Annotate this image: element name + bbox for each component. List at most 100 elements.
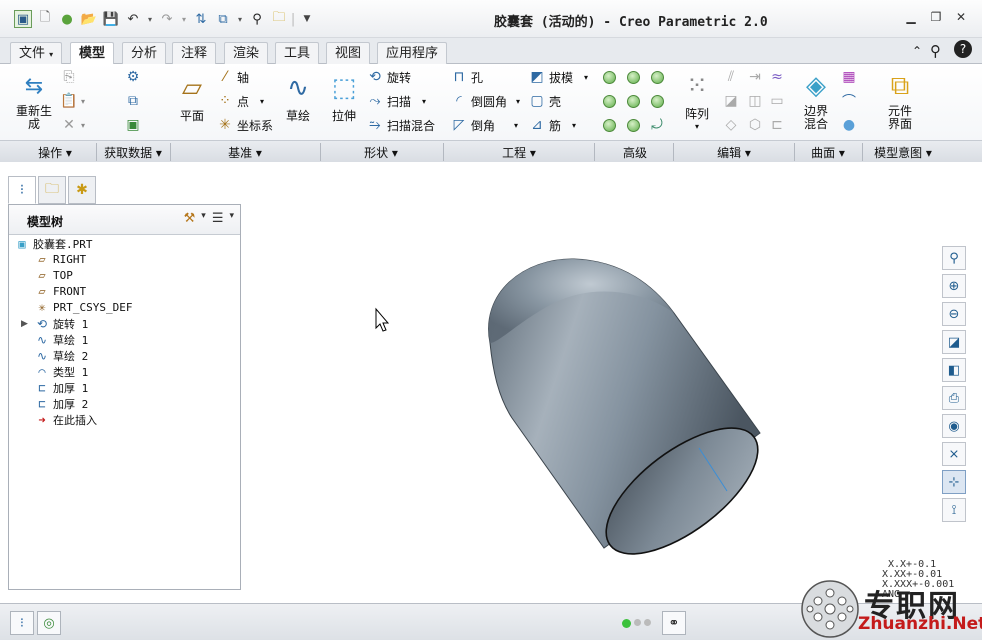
draft-button[interactable]: ◩ 拔模 ▾ <box>528 68 588 86</box>
chevron-down-icon[interactable]: ▾ <box>229 211 234 226</box>
tree-item[interactable]: ▱ RIGHT <box>35 252 86 266</box>
advanced-tool-5[interactable] <box>627 95 640 108</box>
expand-icon[interactable]: ▶ <box>21 319 28 329</box>
hole-button[interactable]: ⊓ 孔 <box>450 68 483 86</box>
tree-item[interactable]: ◠ 类型 1 <box>35 364 88 380</box>
shrinkwrap-button[interactable]: ▣ <box>124 116 142 134</box>
extrude-button[interactable]: ⬚ 拉伸 <box>326 72 362 124</box>
solidify-button[interactable]: ⬡ <box>746 116 764 134</box>
settings-icon[interactable]: ⚒ <box>184 211 196 226</box>
freestyle-button[interactable]: ▦ <box>840 68 858 86</box>
group-editing[interactable]: 编辑 ▾ <box>717 144 751 161</box>
mirror-button[interactable]: ⫽ <box>722 68 740 86</box>
group-surfaces[interactable]: 曲面 ▾ <box>811 144 845 161</box>
undo-icon[interactable]: ↶ <box>124 10 142 28</box>
tree-item[interactable]: ▣ 胶囊套.PRT <box>15 236 92 252</box>
extend-button[interactable]: ⇥ <box>746 68 764 86</box>
datum-display-button[interactable]: ⨯ <box>942 442 966 466</box>
customize-icon[interactable]: ▼ <box>298 10 316 28</box>
zoom-in-button[interactable]: ⊕ <box>942 274 966 298</box>
find-icon[interactable]: ⚲ <box>248 10 266 28</box>
display-style-button[interactable]: ◧ <box>942 358 966 382</box>
axis-button[interactable]: ⁄ 轴 <box>216 68 249 86</box>
tab-annotate[interactable]: 注释 <box>172 42 217 64</box>
group-model-intent[interactable]: 模型意图 ▾ <box>874 144 932 161</box>
tab-render[interactable]: 渲染 <box>224 42 269 64</box>
group-get-data[interactable]: 获取数据 ▾ <box>104 144 162 161</box>
saved-views-button[interactable]: ⎙ <box>942 386 966 410</box>
folder-browser-tab[interactable]: 🗀 <box>38 176 66 204</box>
delete-button[interactable]: ✕ ▾ <box>60 116 85 134</box>
advanced-tool-8[interactable] <box>627 119 640 132</box>
restore-icon[interactable]: ❐ <box>927 10 945 26</box>
tree-item[interactable]: ∿ 草绘 1 <box>35 332 88 348</box>
copy-geometry-button[interactable]: ⧉ <box>124 92 142 110</box>
close-window-icon[interactable]: 🗀 <box>270 10 288 28</box>
windows-dropdown-icon[interactable]: ▾ <box>236 10 244 28</box>
boundary-blend-button[interactable]: ◈ 边界混合 <box>798 70 834 131</box>
redo-dropdown-icon[interactable]: ▾ <box>180 10 188 28</box>
tab-applications[interactable]: 应用程序 <box>377 42 448 64</box>
model-viewport[interactable] <box>244 163 982 603</box>
tree-item[interactable]: ⊏ 加厚 2 <box>35 396 88 412</box>
group-advanced[interactable]: 高级 <box>623 144 647 161</box>
component-interface-button[interactable]: ⧉ 元件界面 <box>880 70 920 131</box>
rib-button[interactable]: ⊿ 筋 ▾ <box>528 116 576 134</box>
pattern-button[interactable]: ⁙ 阵列 ▾ <box>680 70 714 131</box>
regenerate-button[interactable]: ⇆ 重新生成 <box>14 70 54 131</box>
regenerate-icon[interactable]: ⇅ <box>192 10 210 28</box>
sketch-button[interactable]: ∿ 草绘 <box>280 72 316 124</box>
advanced-tool-4[interactable] <box>603 95 616 108</box>
thicken-button[interactable]: ⊏ <box>768 116 786 134</box>
user-defined-feature-button[interactable]: ⚙ <box>124 68 142 86</box>
tree-item[interactable]: ▱ FRONT <box>35 284 86 298</box>
tree-item[interactable]: ▱ TOP <box>35 268 73 282</box>
plane-button[interactable]: ▱ 平面 <box>174 72 210 124</box>
fill-button[interactable]: ⌒ <box>840 92 858 110</box>
save-icon[interactable]: 💾 <box>102 10 120 28</box>
advanced-tool-1[interactable] <box>603 71 616 84</box>
close-icon[interactable]: ✕ <box>952 10 970 26</box>
minimize-icon[interactable]: ▁ <box>902 10 920 26</box>
chevron-down-icon[interactable]: ▾ <box>201 211 206 226</box>
group-engineering[interactable]: 工程 ▾ <box>502 144 536 161</box>
app-icon[interactable]: ▣ <box>14 10 32 28</box>
round-button[interactable]: ◜ 倒圆角 ▾ <box>450 92 520 110</box>
tab-tools[interactable]: 工具 <box>275 42 320 64</box>
tab-view[interactable]: 视图 <box>326 42 371 64</box>
windows-icon[interactable]: ⧉ <box>214 10 232 28</box>
group-shapes[interactable]: 形状 ▾ <box>364 144 398 161</box>
show-icon[interactable]: ☰ <box>212 211 224 226</box>
refit-button[interactable]: ⚲ <box>942 246 966 270</box>
tab-file[interactable]: 文件 ▾ <box>10 42 63 64</box>
sweep-button[interactable]: ⤳ 扫描 ▾ <box>366 92 426 110</box>
revolve-button[interactable]: ⟲ 旋转 <box>366 68 411 86</box>
zoom-out-button[interactable]: ⊖ <box>942 302 966 326</box>
spin-center-button[interactable]: ⊹ <box>942 470 966 494</box>
help-icon[interactable]: ? <box>954 40 972 58</box>
advanced-tool-9[interactable]: ⤾ <box>648 116 666 134</box>
group-datum[interactable]: 基准 ▾ <box>228 144 262 161</box>
point-button[interactable]: ⁘ 点 ▾ <box>216 92 264 110</box>
tree-item[interactable]: ⊏ 加厚 1 <box>35 380 88 396</box>
paste-button[interactable]: 📋 ▾ <box>60 92 85 110</box>
redo-icon[interactable]: ↷ <box>158 10 176 28</box>
favorites-tab[interactable]: ✱ <box>68 176 96 204</box>
offset-button[interactable]: ▭ <box>768 92 786 110</box>
advanced-tool-3[interactable] <box>651 71 664 84</box>
minimize-ribbon-icon[interactable]: ⌃ <box>912 44 922 58</box>
trim-button[interactable]: ◫ <box>746 92 764 110</box>
tree-item[interactable]: ✳ PRT_CSYS_DEF <box>35 300 132 314</box>
group-operations[interactable]: 操作 ▾ <box>38 144 72 161</box>
graphics-window[interactable] <box>244 163 982 603</box>
open-icon[interactable]: ● <box>58 10 76 28</box>
copy-button[interactable]: ⎘ <box>60 68 78 86</box>
tab-analysis[interactable]: 分析 <box>122 42 167 64</box>
advanced-tool-6[interactable] <box>651 95 664 108</box>
swept-blend-button[interactable]: ⥲ 扫描混合 <box>366 116 435 134</box>
view-manager-button[interactable]: ◉ <box>942 414 966 438</box>
capsule-sleeve-model[interactable] <box>488 258 778 577</box>
tree-item[interactable]: ➜ 在此插入 <box>35 412 97 428</box>
csys-button[interactable]: ✳ 坐标系 <box>216 116 273 134</box>
selection-filter-button[interactable]: ⚭ <box>662 611 686 635</box>
